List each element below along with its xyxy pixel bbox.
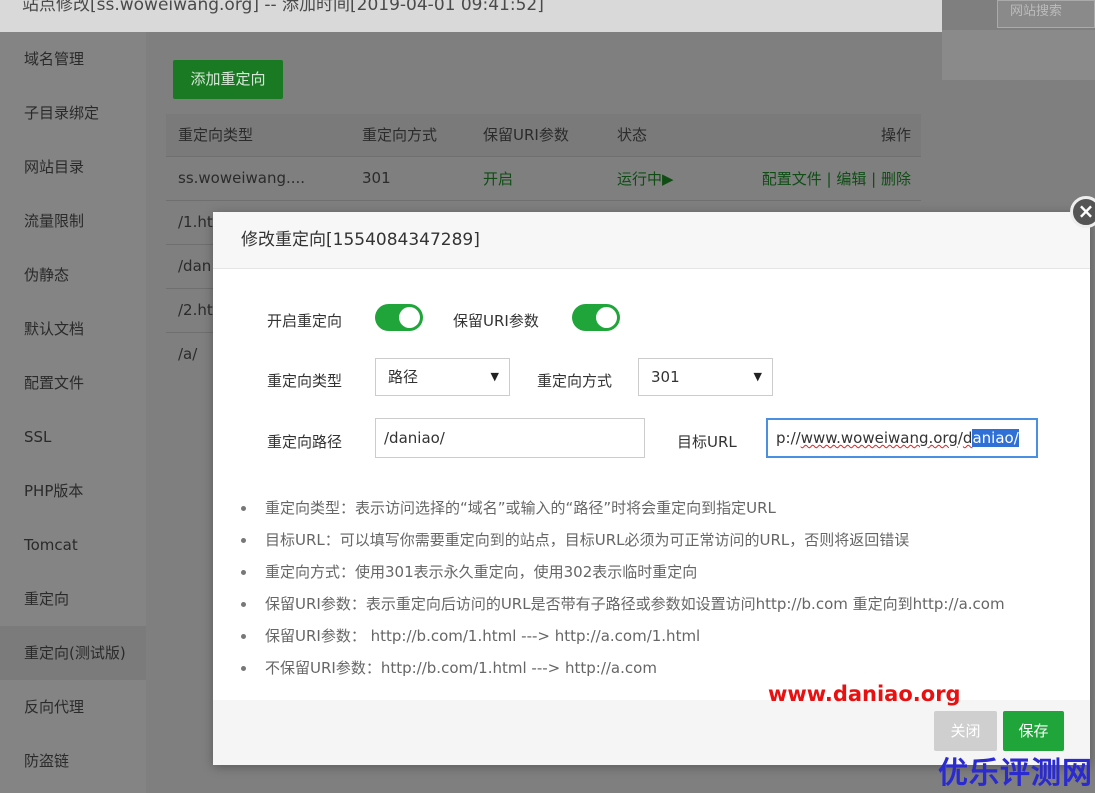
sidebar-item-php[interactable]: PHP版本	[0, 464, 146, 518]
sidebar-item-ssl[interactable]: SSL	[0, 410, 146, 464]
cell-actions: 配置文件 | 编辑 | 删除	[715, 155, 921, 200]
redirect-type-label: 重定向类型	[267, 372, 343, 390]
toggle-knob	[596, 307, 617, 328]
target-url-label: 目标URL	[677, 433, 737, 451]
tip-item: 保留URI参数：表示重定向后访问的URL是否带有子路径或参数如设置访问http:…	[239, 588, 1079, 620]
redirect-method-select[interactable]: 301 ▼	[638, 358, 773, 396]
site-watermark: www.daniao.org	[768, 682, 961, 706]
sidebar-item-tomcat[interactable]: Tomcat	[0, 518, 146, 572]
cell-status[interactable]: 运行中▶	[605, 155, 715, 200]
redirect-path-input[interactable]: /daniao/	[375, 418, 645, 458]
col-status: 状态	[605, 114, 715, 156]
sidebar-item-default-doc[interactable]: 默认文档	[0, 302, 146, 356]
col-method: 重定向方式	[350, 114, 471, 156]
target-url-prefix: p://	[776, 429, 801, 447]
add-redirect-button[interactable]: 添加重定向	[173, 60, 283, 99]
tip-item: 重定向类型：表示访问选择的“域名”或输入的“路径”时将会重定向到指定URL	[239, 492, 1079, 524]
col-type: 重定向类型	[166, 114, 350, 156]
sidebar-item-redirect-beta[interactable]: 重定向(测试版)	[0, 626, 146, 680]
delete-link[interactable]: 删除	[881, 170, 911, 188]
sidebar-item-redirect[interactable]: 重定向	[0, 572, 146, 626]
keep-uri-label: 保留URI参数	[453, 312, 539, 330]
target-url-input[interactable]: p://www.woweiwang.org/daniao/	[766, 418, 1038, 458]
target-url-selection: aniao/	[972, 429, 1019, 447]
right-panel-bar	[942, 30, 1095, 80]
cell-method: 301	[350, 155, 471, 200]
sidebar-item-hotlink[interactable]: 防盗链	[0, 734, 146, 788]
tip-item: 重定向方式：使用301表示永久重定向，使用302表示临时重定向	[239, 556, 1079, 588]
window-title: 站点修改[ss.woweiwang.org] -- 添加时间[2019-04-0…	[0, 0, 942, 32]
edit-link[interactable]: 编辑	[836, 170, 866, 188]
sidebar-item-config[interactable]: 配置文件	[0, 356, 146, 410]
modal-title: 修改重定向[1554084347289]	[213, 212, 1090, 269]
col-keep-uri: 保留URI参数	[471, 114, 605, 156]
redirect-type-value: 路径	[388, 368, 419, 386]
redirect-method-value: 301	[651, 368, 680, 386]
brand-watermark: 优乐评测网	[938, 756, 1093, 791]
toggle-knob	[399, 307, 420, 328]
redirect-method-label: 重定向方式	[537, 372, 613, 390]
sidebar-item-domain[interactable]: 域名管理	[0, 32, 146, 86]
sidebar-item-rewrite[interactable]: 伪静态	[0, 248, 146, 302]
sidebar-item-reverse-proxy[interactable]: 反向代理	[0, 680, 146, 734]
close-icon[interactable]: ×	[1070, 196, 1095, 228]
redirect-path-label: 重定向路径	[267, 433, 343, 451]
action-separator: |	[826, 169, 832, 188]
site-search-button[interactable]: 网站搜索	[997, 0, 1095, 28]
cell-type: ss.woweiwang....	[166, 155, 350, 200]
config-file-link[interactable]: 配置文件	[762, 170, 822, 188]
keep-uri-toggle[interactable]	[572, 304, 620, 331]
close-button[interactable]: 关闭	[934, 711, 997, 751]
cell-keep-uri: 开启	[471, 155, 605, 200]
sidebar-item-subdir[interactable]: 子目录绑定	[0, 86, 146, 140]
target-url-domain: www.woweiwang.org	[800, 429, 958, 447]
enable-redirect-label: 开启重定向	[267, 312, 343, 330]
dropdown-arrow-icon: ▼	[753, 370, 762, 383]
enable-redirect-toggle[interactable]	[375, 304, 423, 331]
col-actions: 操作	[715, 114, 921, 156]
redirect-type-select[interactable]: 路径 ▼	[375, 358, 510, 396]
sidebar-item-site-dir[interactable]: 网站目录	[0, 140, 146, 194]
tip-item: 保留URI参数： http://b.com/1.html ---> http:/…	[239, 620, 1079, 652]
tip-item: 目标URL：可以填写你需要重定向到的站点，目标URL必须为可正常访问的URL，否…	[239, 524, 1079, 556]
help-tips: 重定向类型：表示访问选择的“域名”或输入的“路径”时将会重定向到指定URL 目标…	[239, 492, 1079, 684]
sidebar-item-traffic[interactable]: 流量限制	[0, 194, 146, 248]
tip-item: 不保留URI参数：http://b.com/1.html ---> http:/…	[239, 652, 1079, 684]
save-button[interactable]: 保存	[1003, 711, 1064, 751]
table-row: ss.woweiwang.... 301 开启 运行中▶ 配置文件 | 编辑 |…	[166, 155, 921, 200]
sidebar: 域名管理 子目录绑定 网站目录 流量限制 伪静态 默认文档 配置文件 SSL P…	[0, 32, 146, 793]
table-header-row: 重定向类型 重定向方式 保留URI参数 状态 操作	[166, 114, 921, 156]
dropdown-arrow-icon: ▼	[490, 370, 499, 383]
action-separator: |	[871, 169, 877, 188]
